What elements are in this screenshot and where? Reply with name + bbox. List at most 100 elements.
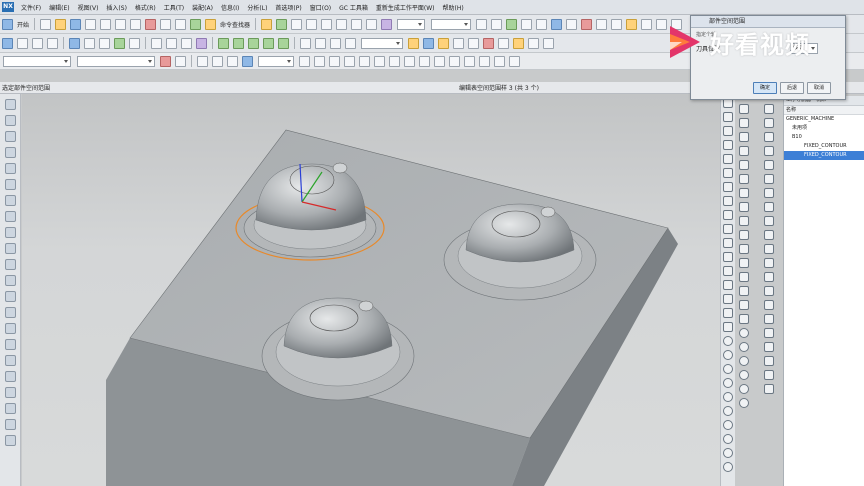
- delete-icon[interactable]: [145, 18, 157, 30]
- offset-curve-icon[interactable]: [479, 55, 490, 67]
- snap-grid-icon[interactable]: [212, 55, 223, 67]
- fillet-icon[interactable]: [723, 210, 733, 220]
- arc-icon[interactable]: [404, 55, 415, 67]
- menu-preferences[interactable]: 首选项(P): [271, 3, 305, 12]
- open-folder-icon[interactable]: [55, 18, 67, 30]
- point-set-icon[interactable]: [723, 336, 733, 346]
- snap-quad-icon[interactable]: [351, 18, 363, 30]
- start-icon[interactable]: [2, 18, 13, 30]
- reflection-icon[interactable]: [764, 342, 774, 352]
- nav-row-machine[interactable]: GENERIC_MACHINE: [784, 115, 864, 124]
- list-icon[interactable]: [498, 37, 509, 49]
- check-geometry-icon[interactable]: [739, 384, 749, 394]
- scene-icon[interactable]: [764, 300, 774, 310]
- rectangle-icon[interactable]: [434, 55, 445, 67]
- cancel-button[interactable]: 取消: [807, 82, 832, 94]
- split-body-icon[interactable]: [739, 244, 749, 254]
- move-face-icon[interactable]: [739, 300, 749, 310]
- part-navigator-icon[interactable]: [4, 131, 16, 142]
- project-icon[interactable]: [723, 266, 733, 276]
- extend-icon[interactable]: [723, 196, 733, 206]
- light-icon[interactable]: [764, 314, 774, 324]
- offset-icon[interactable]: [723, 168, 733, 178]
- machine-tool-view-icon[interactable]: [315, 37, 326, 49]
- section-icon[interactable]: [739, 398, 749, 408]
- menu-edit[interactable]: 编辑(E): [45, 3, 73, 12]
- create-program-icon[interactable]: [218, 37, 229, 49]
- list-tool-icon[interactable]: [764, 370, 774, 380]
- nav-row-operation-1[interactable]: FIXED_CONTOUR: [784, 142, 864, 151]
- capture-icon[interactable]: [764, 216, 774, 226]
- undo-icon[interactable]: [160, 18, 172, 30]
- save-icon[interactable]: [70, 18, 82, 30]
- new-file-icon[interactable]: [40, 18, 52, 30]
- revolve-icon[interactable]: [739, 118, 749, 128]
- lighting-icon[interactable]: [764, 160, 774, 170]
- unite-icon[interactable]: [739, 188, 749, 198]
- menu-window[interactable]: 窗口(O): [306, 3, 335, 12]
- start-menu-label[interactable]: 开始: [17, 20, 29, 29]
- cmd-finder-icon[interactable]: [205, 18, 217, 30]
- process-studio-icon[interactable]: [4, 227, 16, 238]
- thicken-icon[interactable]: [739, 272, 749, 282]
- shadow-icon[interactable]: [764, 328, 774, 338]
- cube-icon[interactable]: [114, 37, 125, 49]
- wcs-save-icon[interactable]: [359, 55, 370, 67]
- snap-center-icon[interactable]: [336, 18, 348, 30]
- view-filter-dropdown[interactable]: [361, 37, 403, 49]
- sweep-icon[interactable]: [739, 132, 749, 142]
- camera-icon[interactable]: [764, 286, 774, 296]
- operation-navigator-icon[interactable]: [4, 291, 16, 302]
- nav-row-unused[interactable]: 未用项: [784, 124, 864, 133]
- decal-icon[interactable]: [764, 272, 774, 282]
- generate-toolpath-icon[interactable]: [408, 37, 419, 49]
- system-scene-icon[interactable]: [4, 275, 16, 286]
- menu-view[interactable]: 视图(V): [74, 3, 103, 12]
- snap-icon[interactable]: [197, 55, 208, 67]
- manufacturing-wizard-icon[interactable]: [4, 243, 16, 254]
- pan-icon[interactable]: [32, 37, 43, 49]
- arc-tool-icon[interactable]: [723, 112, 733, 122]
- postprocess-icon[interactable]: [453, 37, 464, 49]
- type-filter-dropdown[interactable]: [3, 55, 71, 67]
- reuse-library-icon[interactable]: [4, 147, 16, 158]
- layer-visible-icon[interactable]: [764, 104, 774, 114]
- snap-face-icon[interactable]: [381, 18, 393, 30]
- back-button[interactable]: 后退: [780, 82, 805, 94]
- orient-view-icon[interactable]: [129, 37, 140, 49]
- machining-method-view-icon[interactable]: [345, 37, 356, 49]
- fit-view-icon[interactable]: [2, 37, 13, 49]
- cut-icon[interactable]: [100, 18, 112, 30]
- bridge-icon[interactable]: [723, 294, 733, 304]
- wcs-origin-icon[interactable]: [299, 55, 310, 67]
- menu-regenerate[interactable]: 重新生成工作平面(W): [372, 3, 439, 12]
- select-highlight-icon[interactable]: [626, 18, 638, 30]
- subtract-icon[interactable]: [739, 202, 749, 212]
- history-icon[interactable]: [4, 195, 16, 206]
- trim-tool-icon[interactable]: [723, 182, 733, 192]
- hole-icon[interactable]: [723, 406, 733, 416]
- system-material-icon[interactable]: [4, 211, 16, 222]
- select-curve-icon[interactable]: [551, 18, 563, 30]
- refresh-icon[interactable]: [4, 419, 16, 430]
- line-icon[interactable]: [389, 55, 400, 67]
- home-icon[interactable]: [4, 435, 16, 446]
- menu-file[interactable]: 文件(F): [17, 3, 45, 12]
- mirror-icon[interactable]: [723, 238, 733, 248]
- chamfer-icon[interactable]: [723, 224, 733, 234]
- constraint-icon[interactable]: [723, 154, 733, 164]
- snap-arc-icon[interactable]: [227, 55, 238, 67]
- rotate-icon[interactable]: [47, 37, 58, 49]
- select-body-icon[interactable]: [506, 18, 518, 30]
- wcs-rotate-icon[interactable]: [314, 55, 325, 67]
- help-icon[interactable]: [4, 387, 16, 398]
- menu-assembly[interactable]: 装配(A): [188, 3, 217, 12]
- measure-icon[interactable]: [528, 37, 539, 49]
- shaded-icon[interactable]: [69, 37, 80, 49]
- snap-control-icon[interactable]: [242, 55, 253, 67]
- material-icon[interactable]: [764, 244, 774, 254]
- replay-toolpath-icon[interactable]: [423, 37, 434, 49]
- select-hidden-icon[interactable]: [611, 18, 623, 30]
- trim-body-icon[interactable]: [739, 230, 749, 240]
- menu-help[interactable]: 帮助(H): [439, 3, 468, 12]
